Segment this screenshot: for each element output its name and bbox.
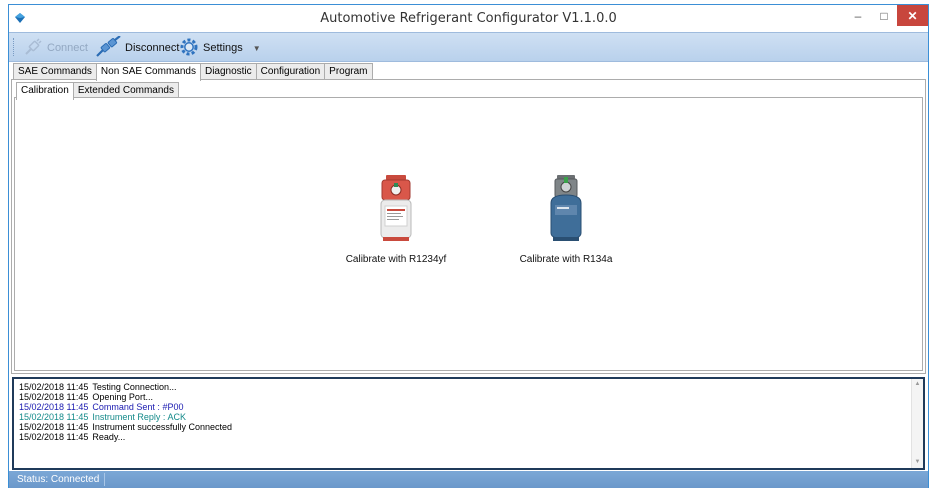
log-message: Ready...: [92, 432, 126, 442]
chevron-down-icon: ▼: [252, 43, 261, 53]
log-message: Testing Connection...: [92, 382, 177, 392]
tab-non-sae-commands[interactable]: Non SAE Commands: [95, 63, 201, 81]
settings-label: Settings: [203, 42, 243, 54]
settings-dropdown-button[interactable]: Settings ▼: [179, 37, 261, 59]
calibration-panel: Calibrate with R1234yf Calibrate with R1…: [14, 97, 923, 371]
log-line: 15/02/2018 11:45 Testing Connection...: [19, 382, 918, 392]
connect-button[interactable]: Connect: [23, 37, 88, 59]
r1234yf-label: Calibrate with R1234yf: [345, 254, 447, 265]
status-text: Status: Connected: [17, 474, 100, 485]
calibrate-r134a-button[interactable]: Calibrate with R134a: [501, 173, 631, 265]
connect-label: Connect: [47, 42, 88, 54]
non-sae-commands-panel: Calibration Extended Commands Calibrate …: [11, 79, 926, 374]
r1234yf-cylinder-icon: [376, 173, 416, 248]
tab-calibration[interactable]: Calibration: [16, 82, 74, 100]
scroll-down-arrow-icon[interactable]: ▼: [912, 457, 923, 468]
log-line: 15/02/2018 11:45 Opening Port...: [19, 392, 918, 402]
log-message: Instrument Reply : ACK: [92, 412, 186, 422]
toolbar: Connect Disconnect Settings ▼: [9, 32, 928, 62]
window-title: Automotive Refrigerant Configurator V1.1…: [320, 11, 617, 26]
log-line: 15/02/2018 11:45 Ready...: [19, 432, 918, 442]
plug-connect-icon: [23, 37, 43, 60]
r134a-label: Calibrate with R134a: [519, 254, 613, 265]
log-output[interactable]: 15/02/2018 11:45 Testing Connection... 15/…: [12, 377, 925, 470]
disconnect-button[interactable]: Disconnect: [95, 34, 180, 61]
log-timestamp: 15/02/2018 11:45: [19, 432, 89, 442]
log-line: 15/02/2018 11:45 Instrument Reply : ACK: [19, 412, 918, 422]
log-message: Instrument successfully Connected: [92, 422, 232, 432]
minimize-button[interactable]: –: [845, 5, 871, 26]
log-line: 15/02/2018 11:45 Command Sent : #P00: [19, 402, 918, 412]
maximize-button[interactable]: □: [871, 5, 897, 26]
log-line: 15/02/2018 11:45 Instrument successfully …: [19, 422, 918, 432]
log-scrollbar[interactable]: ▲ ▼: [911, 379, 923, 468]
tab-program[interactable]: Program: [324, 63, 373, 80]
close-button[interactable]: ✕: [897, 5, 928, 26]
sub-tab-strip: Calibration Extended Commands: [16, 82, 179, 100]
plug-disconnect-icon: [95, 34, 121, 61]
app-window: Automotive Refrigerant Configurator V1.1…: [8, 4, 929, 488]
calibrate-r1234yf-button[interactable]: Calibrate with R1234yf: [331, 173, 461, 265]
scroll-up-arrow-icon[interactable]: ▲: [912, 379, 923, 390]
log-lines: 15/02/2018 11:45 Testing Connection... 15/…: [19, 382, 918, 442]
log-timestamp: 15/02/2018 11:45: [19, 412, 89, 422]
tab-diagnostic[interactable]: Diagnostic: [199, 63, 257, 80]
gear-icon: [179, 37, 199, 60]
log-message: Command Sent : #P00: [92, 402, 184, 412]
status-separator: [104, 473, 105, 486]
log-message: Opening Port...: [92, 392, 153, 402]
log-timestamp: 15/02/2018 11:45: [19, 392, 89, 402]
disconnect-label: Disconnect: [125, 42, 180, 54]
status-bar: Status: Connected: [9, 471, 928, 488]
main-tab-strip: SAE Commands Non SAE Commands Diagnostic…: [13, 63, 373, 81]
toolbar-grip[interactable]: [13, 38, 16, 56]
log-timestamp: 15/02/2018 11:45: [19, 402, 89, 412]
title-bar: Automotive Refrigerant Configurator V1.1…: [9, 5, 928, 32]
log-timestamp: 15/02/2018 11:45: [19, 382, 89, 392]
log-timestamp: 15/02/2018 11:45: [19, 422, 89, 432]
r134a-cylinder-icon: [545, 173, 587, 248]
tab-sae-commands[interactable]: SAE Commands: [13, 63, 97, 80]
tab-configuration[interactable]: Configuration: [255, 63, 326, 80]
